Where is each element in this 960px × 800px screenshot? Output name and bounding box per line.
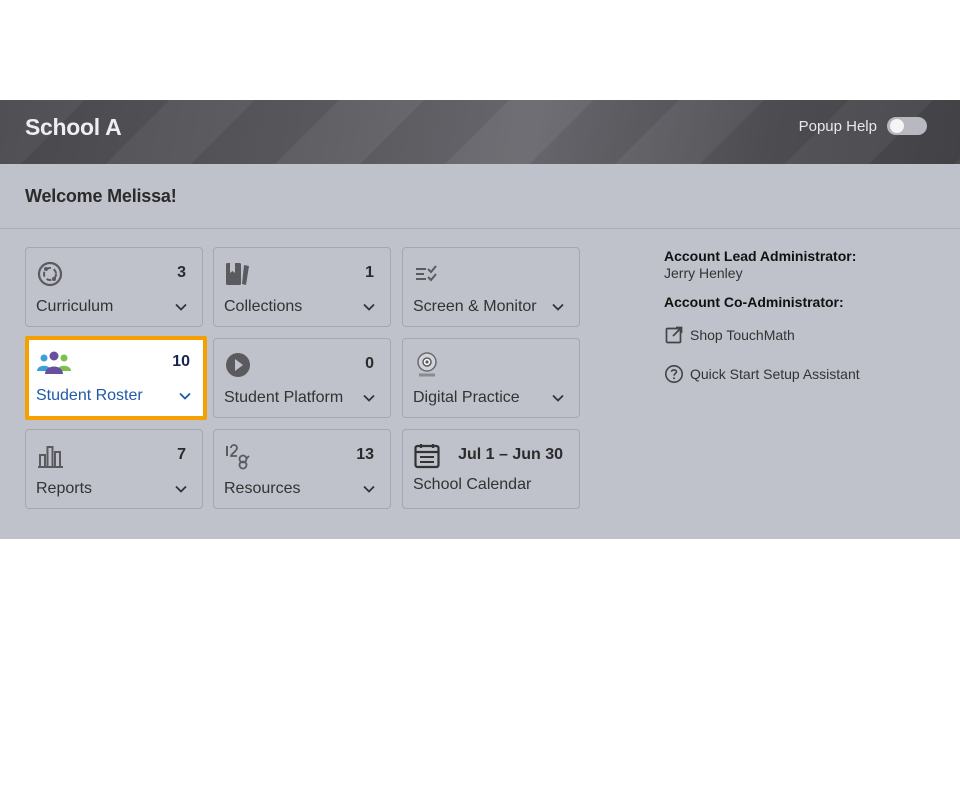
tile-label: Reports <box>36 480 93 497</box>
tile-student-roster[interactable]: 10 Student Roster <box>25 336 207 420</box>
tile-label: Collections <box>224 298 303 315</box>
calendar-icon <box>414 444 440 469</box>
screen-monitor-icon <box>416 265 437 282</box>
collections-icon <box>226 263 249 285</box>
tile-count: 13 <box>356 446 374 463</box>
tile-count: 1 <box>365 264 374 281</box>
digital-practice-icon <box>417 352 437 377</box>
popup-help-toggle[interactable] <box>887 117 927 135</box>
tile-count: 0 <box>365 355 374 372</box>
tile-label: Curriculum <box>36 298 114 315</box>
students-icon <box>37 351 71 374</box>
chevron-down-icon[interactable] <box>174 300 188 314</box>
chevron-down-icon[interactable] <box>174 482 188 496</box>
popup-help: Popup Help <box>799 117 927 135</box>
tile-curriculum[interactable]: 3 Curriculum <box>25 247 203 327</box>
tile-collections[interactable]: 1 Collections <box>213 247 391 327</box>
play-icon <box>226 353 250 377</box>
tile-label: Student Roster <box>36 387 143 404</box>
chevron-down-icon[interactable] <box>362 391 376 405</box>
school-name: School A <box>25 114 122 140</box>
help-circle-icon <box>665 365 683 383</box>
external-link-icon <box>665 326 683 344</box>
tile-student-platform[interactable]: 0 Student Platform <box>213 338 391 418</box>
shop-touchmath-label: Shop TouchMath <box>690 327 795 343</box>
welcome-message: Welcome Melissa! <box>25 186 177 206</box>
tile-count: 10 <box>172 353 190 370</box>
tile-digital-practice[interactable]: Digital Practice <box>402 338 580 418</box>
chevron-down-icon[interactable] <box>551 300 565 314</box>
tile-count: 7 <box>177 446 186 463</box>
lead-admin-label: Account Lead Administrator: <box>664 248 857 264</box>
divider <box>0 228 960 229</box>
dashboard-panel: Welcome Melissa! 3 Curriculum 1 Collecti… <box>0 164 960 539</box>
tile-label: School Calendar <box>413 476 532 493</box>
tile-reports[interactable]: 7 Reports <box>25 429 203 509</box>
quick-start-label: Quick Start Setup Assistant <box>690 366 860 382</box>
shop-touchmath-link[interactable]: Shop TouchMath <box>664 325 795 345</box>
chevron-down-icon[interactable] <box>178 389 192 403</box>
popup-help-label: Popup Help <box>798 117 877 135</box>
chevron-down-icon[interactable] <box>362 300 376 314</box>
bar-chart-icon <box>38 446 63 468</box>
account-info: Account Lead Administrator: Jerry Henley… <box>664 248 944 310</box>
chevron-down-icon[interactable] <box>551 391 565 405</box>
curriculum-icon <box>37 261 63 287</box>
tile-resources[interactable]: 13 Resources <box>213 429 391 509</box>
tile-screen-monitor[interactable]: Screen & Monitor <box>402 247 580 327</box>
tile-label: Student Platform <box>224 389 344 406</box>
resources-icon <box>226 444 250 470</box>
co-admin-label: Account Co-Administrator: <box>664 294 844 310</box>
tile-school-calendar[interactable]: Jul 1 – Jun 30 School Calendar <box>402 429 580 509</box>
tile-label: Screen & Monitor <box>413 298 537 315</box>
calendar-date-range: Jul 1 – Jun 30 <box>458 446 563 463</box>
school-header: School A Popup Help <box>0 100 960 164</box>
tile-label: Digital Practice <box>413 389 520 406</box>
lead-admin-name: Jerry Henley <box>664 265 743 281</box>
tile-label: Resources <box>224 480 301 497</box>
chevron-down-icon[interactable] <box>362 482 376 496</box>
tile-count: 3 <box>177 264 186 281</box>
quick-start-link[interactable]: Quick Start Setup Assistant <box>664 364 860 384</box>
toggle-knob <box>890 119 904 133</box>
